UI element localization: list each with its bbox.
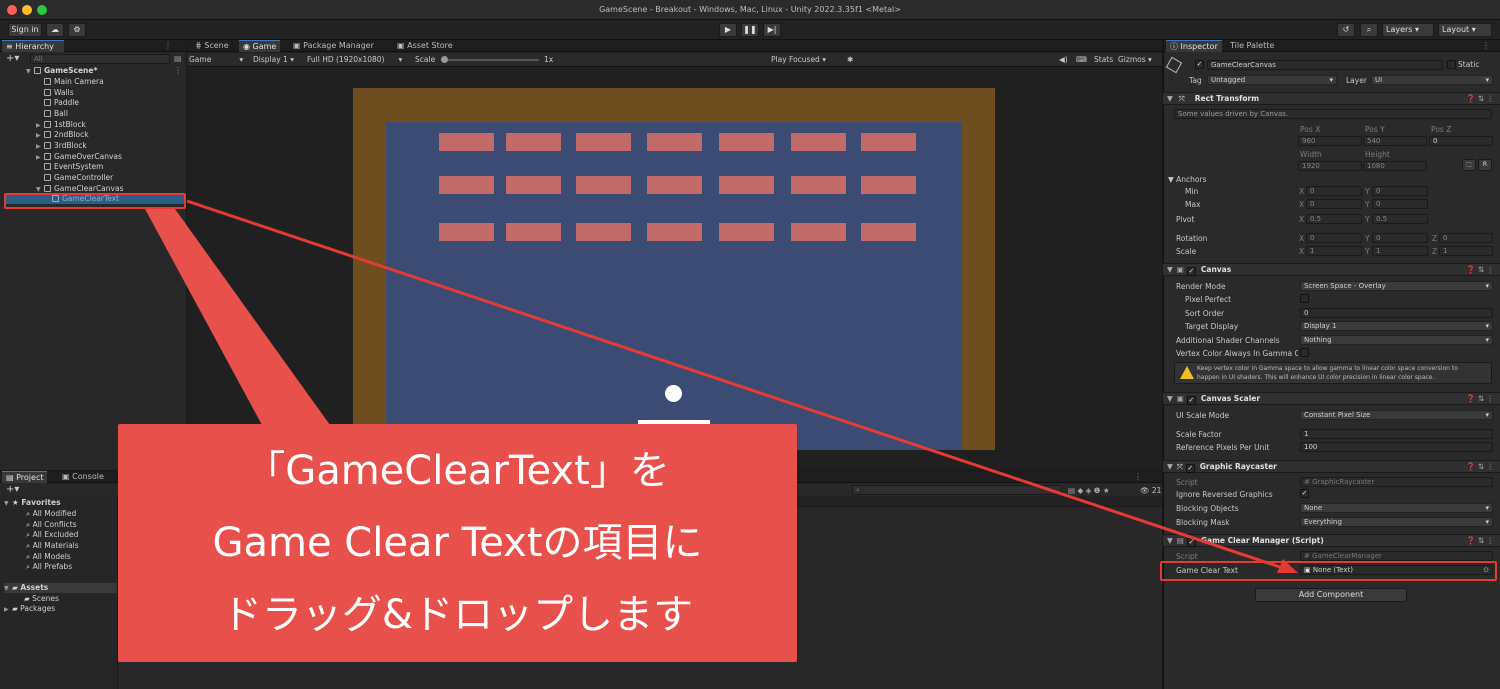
drag-arrow-head: [1277, 559, 1298, 573]
callout-line-3: ドラッグ&ドロップします: [221, 592, 694, 638]
callout-line-2: Game Clear Textの項目に: [212, 520, 703, 566]
callout-box: 「GameClearText」を Game Clear Textの項目に ドラッ…: [118, 424, 797, 662]
callout-line-1: 「GameClearText」を: [245, 448, 670, 494]
callout-pointer: [145, 209, 330, 425]
